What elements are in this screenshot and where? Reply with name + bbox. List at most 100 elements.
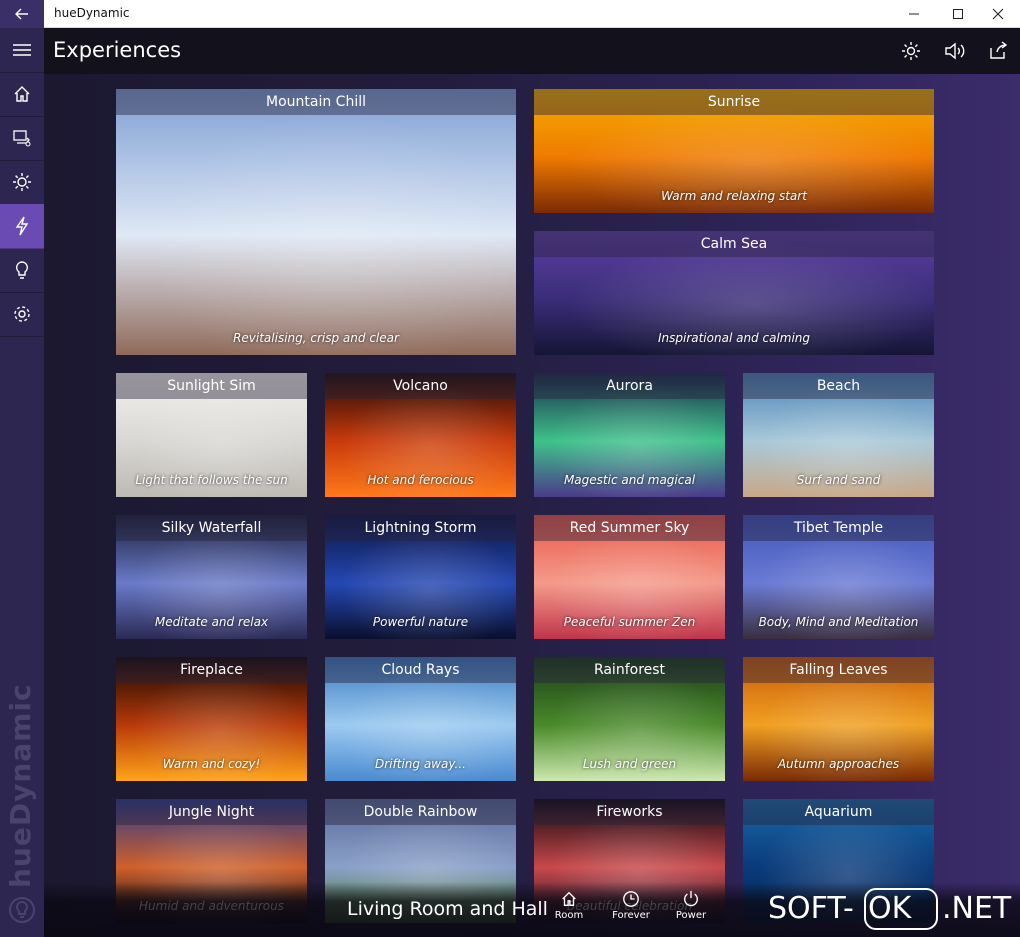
tile-rainforest[interactable]: Rainforest Lush and green	[534, 657, 725, 781]
watermark-mid: OK	[868, 891, 912, 926]
back-button[interactable]	[0, 0, 44, 28]
tile-red-summer-sky[interactable]: Red Summer Sky Peaceful summer Zen	[534, 515, 725, 639]
tile-subtitle: Magestic and magical	[563, 473, 696, 487]
close-icon	[992, 8, 1004, 20]
minimize-button[interactable]	[894, 0, 934, 28]
tile-subtitle: Lush and green	[582, 757, 677, 771]
tile-title: Sunrise	[534, 89, 934, 115]
title-bar: hueDynamic	[0, 0, 1020, 28]
tile-silky-waterfall[interactable]: Silky Waterfall Meditate and relax	[116, 515, 307, 639]
tile-sunrise[interactable]: Sunrise Warm and relaxing start	[534, 89, 934, 213]
nav-item-brightness[interactable]	[0, 160, 44, 205]
tile-title: Jungle Night	[116, 799, 307, 825]
tile-subtitle: Autumn approaches	[777, 757, 900, 771]
tile-sunlight-sim[interactable]: Sunlight Sim Light that follows the sun	[116, 373, 307, 497]
tile-aurora[interactable]: Aurora Magestic and magical	[534, 373, 725, 497]
tile-subtitle: Hot and ferocious	[367, 473, 474, 487]
tile-subtitle: Meditate and relax	[154, 615, 269, 629]
tile-title: Sunlight Sim	[116, 373, 307, 399]
back-arrow-icon	[15, 8, 28, 20]
tile-subtitle: Revitalising, crisp and clear	[233, 331, 399, 345]
power-icon	[684, 890, 698, 907]
tile-title: Red Summer Sky	[534, 515, 725, 541]
tile-title: Aurora	[534, 373, 725, 399]
page-header: Experiences	[44, 28, 1020, 74]
nav-item-home[interactable]	[0, 72, 44, 117]
power-button-label: Power	[675, 910, 707, 921]
hamburger-icon	[13, 44, 31, 56]
lightning-icon	[15, 216, 29, 236]
tile-title: Cloud Rays	[325, 657, 516, 683]
home-icon	[14, 86, 30, 102]
tile-subtitle: Warm and cozy!	[162, 757, 261, 771]
tile-mountain-chill[interactable]: Mountain Chill Revitalising, crisp and cl…	[116, 89, 516, 355]
tile-subtitle: Body, Mind and Meditation	[758, 615, 919, 629]
forever-button[interactable]: Forever	[604, 890, 658, 934]
tile-title: Silky Waterfall	[116, 515, 307, 541]
share-button[interactable]	[984, 37, 1012, 65]
tile-fireplace[interactable]: Fireplace Warm and cozy!	[116, 657, 307, 781]
tile-volcano[interactable]: Volcano Hot and ferocious	[325, 373, 516, 497]
tile-title: Lightning Storm	[325, 515, 516, 541]
nav-item-lights[interactable]	[0, 248, 44, 293]
tile-title: Beach	[743, 373, 934, 399]
watermark-right: .NET	[942, 891, 1012, 926]
clock-icon	[623, 891, 639, 907]
sun-icon	[13, 173, 31, 191]
tile-calm-sea[interactable]: Calm Sea Inspirational and calming	[534, 231, 934, 355]
tile-subtitle: Powerful nature	[372, 615, 469, 629]
close-button[interactable]	[978, 0, 1018, 28]
nav-item-scenes[interactable]	[0, 116, 44, 161]
tile-beach[interactable]: Beach Surf and sand	[743, 373, 934, 497]
power-button[interactable]: Power	[664, 890, 718, 934]
minimize-icon	[909, 13, 919, 15]
volume-button[interactable]	[941, 37, 969, 65]
tile-title: Rainforest	[534, 657, 725, 683]
brand-logo-icon	[9, 897, 35, 923]
volume-icon	[945, 42, 965, 60]
tile-subtitle: Inspirational and calming	[657, 331, 811, 345]
room-button[interactable]: Room	[542, 890, 596, 934]
scenes-icon	[13, 130, 31, 147]
tile-title: Fireworks	[534, 799, 725, 825]
forever-button-label: Forever	[612, 910, 650, 921]
watermark: SOFT- OK .NET	[768, 887, 1016, 933]
gear-icon	[14, 306, 30, 322]
tile-image	[116, 89, 516, 355]
tile-falling-leaves[interactable]: Falling Leaves Autumn approaches	[743, 657, 934, 781]
nav-item-settings[interactable]	[0, 292, 44, 337]
tile-title: Mountain Chill	[116, 89, 516, 115]
hamburger-menu-button[interactable]	[0, 28, 44, 73]
vertical-brand-text: hueDynamic	[4, 683, 37, 888]
maximize-button[interactable]	[938, 0, 978, 28]
left-navigation: hueDynamic	[0, 28, 45, 937]
tile-subtitle: Drifting away...	[375, 757, 466, 771]
page-title: Experiences	[53, 38, 182, 62]
tile-title: Aquarium	[743, 799, 934, 825]
nav-item-experiences[interactable]	[0, 204, 44, 249]
tile-subtitle: Surf and sand	[796, 473, 881, 487]
tile-cloud-rays[interactable]: Cloud Rays Drifting away...	[325, 657, 516, 781]
tile-title: Double Rainbow	[325, 799, 516, 825]
tile-title: Calm Sea	[534, 231, 934, 257]
window-title: hueDynamic	[54, 6, 130, 20]
tile-subtitle: Peaceful summer Zen	[563, 615, 696, 629]
experiences-grid: Mountain Chill Revitalising, crisp and cl…	[44, 74, 1020, 937]
tile-tibet-temple[interactable]: Tibet Temple Body, Mind and Meditation	[743, 515, 934, 639]
room-label: Living Room and Hall	[347, 898, 548, 920]
brightness-button[interactable]	[897, 37, 925, 65]
sun-icon	[902, 42, 920, 60]
room-button-label: Room	[554, 910, 584, 921]
watermark-left: SOFT-	[768, 891, 854, 926]
tile-subtitle: Warm and relaxing start	[661, 189, 807, 203]
maximize-icon	[953, 9, 963, 19]
tile-title: Tibet Temple	[743, 515, 934, 541]
tile-subtitle: Light that follows the sun	[135, 473, 288, 487]
tile-title: Falling Leaves	[743, 657, 934, 683]
tile-lightning-storm[interactable]: Lightning Storm Powerful nature	[325, 515, 516, 639]
bulb-icon	[15, 261, 29, 279]
home-icon	[562, 891, 576, 906]
share-icon	[990, 41, 1008, 59]
tile-title: Fireplace	[116, 657, 307, 683]
tile-title: Volcano	[325, 373, 516, 399]
